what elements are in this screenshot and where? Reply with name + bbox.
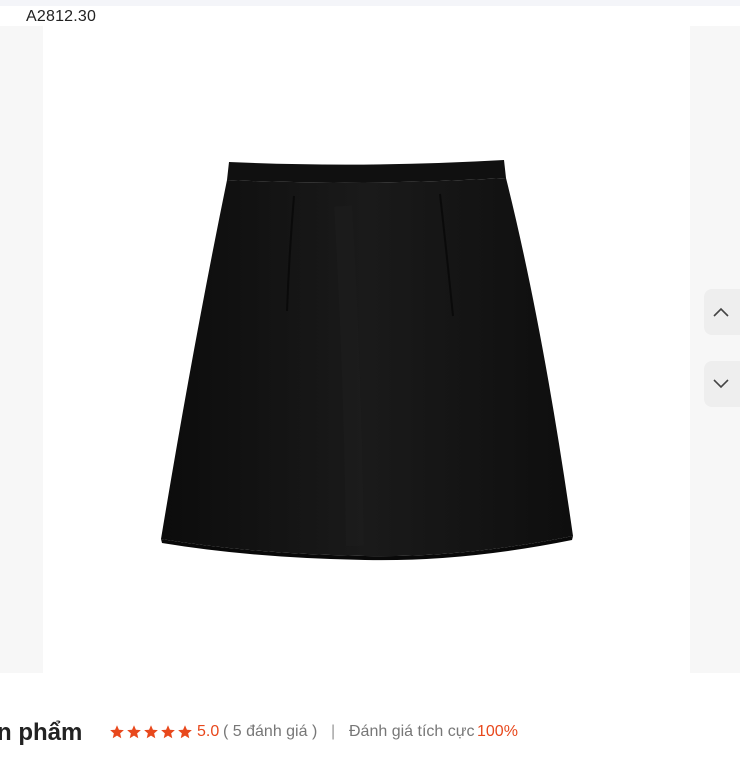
gallery-scroll-up-button[interactable] (704, 289, 740, 335)
star-icon (144, 725, 158, 739)
chevron-up-icon (713, 307, 729, 317)
gallery-right-panel (690, 26, 740, 673)
review-count[interactable]: ( 5 đánh giá ) (223, 723, 317, 741)
rating-stars (109, 724, 193, 740)
gallery-scroll-down-button[interactable] (704, 361, 740, 407)
section-title: n phẩm (0, 719, 83, 746)
top-strip (0, 0, 740, 6)
product-main-image[interactable] (43, 26, 690, 673)
star-icon (127, 725, 141, 739)
star-icon (178, 725, 192, 739)
divider: | (331, 723, 336, 740)
star-icon (110, 725, 124, 739)
star-icon (161, 725, 175, 739)
rating-value: 5.0 (197, 723, 220, 740)
chevron-down-icon (713, 379, 729, 389)
review-summary: n phẩm 5.0 ( 5 đánh giá ) | Đánh giá tíc… (0, 712, 740, 752)
positive-rating-label: Đánh giá tích cực (349, 723, 475, 740)
product-gallery (0, 26, 740, 673)
skirt-image (161, 160, 573, 561)
product-sku: A2812.30 (26, 8, 97, 25)
gallery-left-panel (0, 26, 43, 673)
positive-rating-value: 100% (477, 723, 518, 740)
